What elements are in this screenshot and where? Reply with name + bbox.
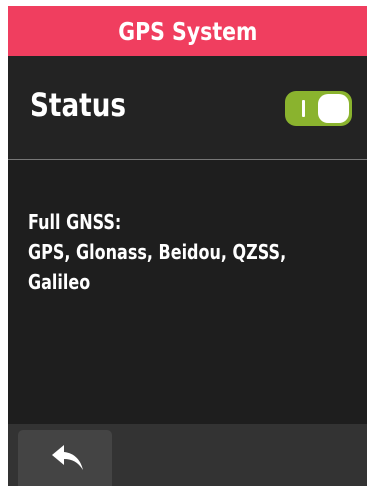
gnss-systems-line-2: Galileo	[28, 270, 91, 294]
gnss-description: Full GNSS: GPS, Glonass, Beidou, QZSS, G…	[28, 207, 364, 297]
back-arrow-icon	[52, 445, 83, 470]
status-toggle[interactable]	[285, 91, 352, 126]
gnss-info-panel: Full GNSS: GPS, Glonass, Beidou, QZSS, G…	[8, 160, 367, 424]
toggle-knob	[318, 94, 349, 123]
title-bar: GPS System	[8, 6, 367, 56]
gnss-heading: Full GNSS:	[28, 210, 122, 234]
page-title: GPS System	[117, 16, 258, 46]
back-button[interactable]	[18, 430, 112, 486]
gnss-systems-line: GPS, Glonass, Beidou, QZSS,	[28, 240, 287, 264]
bottom-bar	[8, 424, 367, 486]
status-label: Status	[30, 86, 126, 124]
status-setting-row: Status	[8, 56, 367, 159]
toggle-on-indicator	[302, 100, 305, 117]
device-screen: GPS System Status Full GNSS: GPS, Glonas…	[8, 6, 367, 486]
